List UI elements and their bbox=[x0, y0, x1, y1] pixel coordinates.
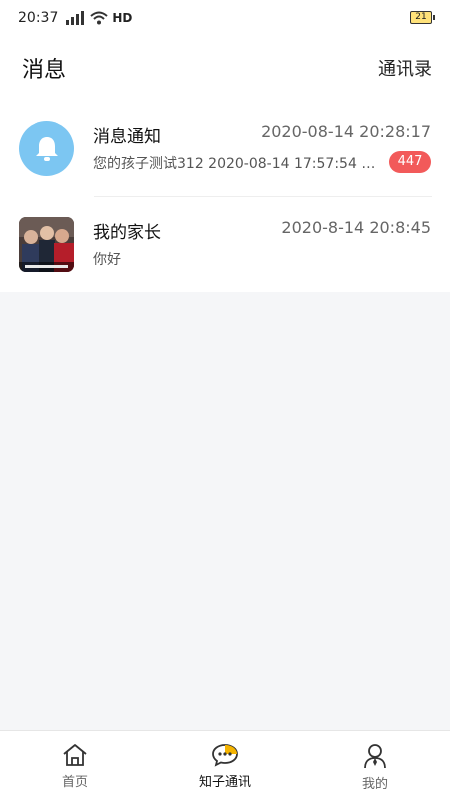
conversation-title: 我的家长 bbox=[93, 223, 161, 243]
bottom-tab-bar: 首页 知子通讯 我的 bbox=[0, 730, 450, 800]
conversation-list: 消息通知 2020-08-14 20:28:17 您的孩子测试312 2020-… bbox=[0, 100, 450, 292]
conversation-preview: 您的孩子测试312 2020-08-14 17:57:54 离… bbox=[93, 156, 381, 172]
conversation-title: 消息通知 bbox=[93, 127, 161, 147]
group-photo-avatar bbox=[19, 217, 74, 272]
contacts-button[interactable]: 通讯录 bbox=[378, 55, 432, 81]
header: 消息 通讯录 bbox=[0, 36, 450, 100]
chat-bubble-icon bbox=[212, 744, 238, 767]
wifi-icon bbox=[90, 11, 109, 25]
conversation-time: 2020-08-14 20:28:17 bbox=[261, 122, 431, 141]
signal-icon bbox=[66, 11, 85, 25]
tab-label: 我的 bbox=[361, 777, 388, 792]
tab-messages[interactable]: 知子通讯 bbox=[150, 731, 300, 800]
home-icon bbox=[63, 744, 87, 766]
bell-avatar bbox=[19, 121, 74, 176]
status-time: 20:37 bbox=[18, 10, 59, 26]
tab-label: 首页 bbox=[61, 775, 88, 790]
conversation-time: 2020-8-14 20:8:45 bbox=[281, 218, 431, 237]
tab-home[interactable]: 首页 bbox=[0, 731, 150, 800]
tab-profile[interactable]: 我的 bbox=[300, 731, 450, 800]
battery-icon: 21 bbox=[410, 11, 435, 24]
person-icon bbox=[364, 744, 386, 769]
conversation-preview: 你好 bbox=[93, 252, 121, 268]
tab-label: 知子通讯 bbox=[198, 775, 251, 790]
page-title: 消息 bbox=[22, 58, 67, 83]
status-bar: 20:37 HD 21 bbox=[0, 0, 450, 36]
unread-badge: 447 bbox=[389, 151, 431, 173]
conversation-item-notifications[interactable]: 消息通知 2020-08-14 20:28:17 您的孩子测试312 2020-… bbox=[0, 100, 450, 196]
network-label: HD bbox=[112, 11, 133, 25]
bell-icon bbox=[35, 136, 58, 161]
